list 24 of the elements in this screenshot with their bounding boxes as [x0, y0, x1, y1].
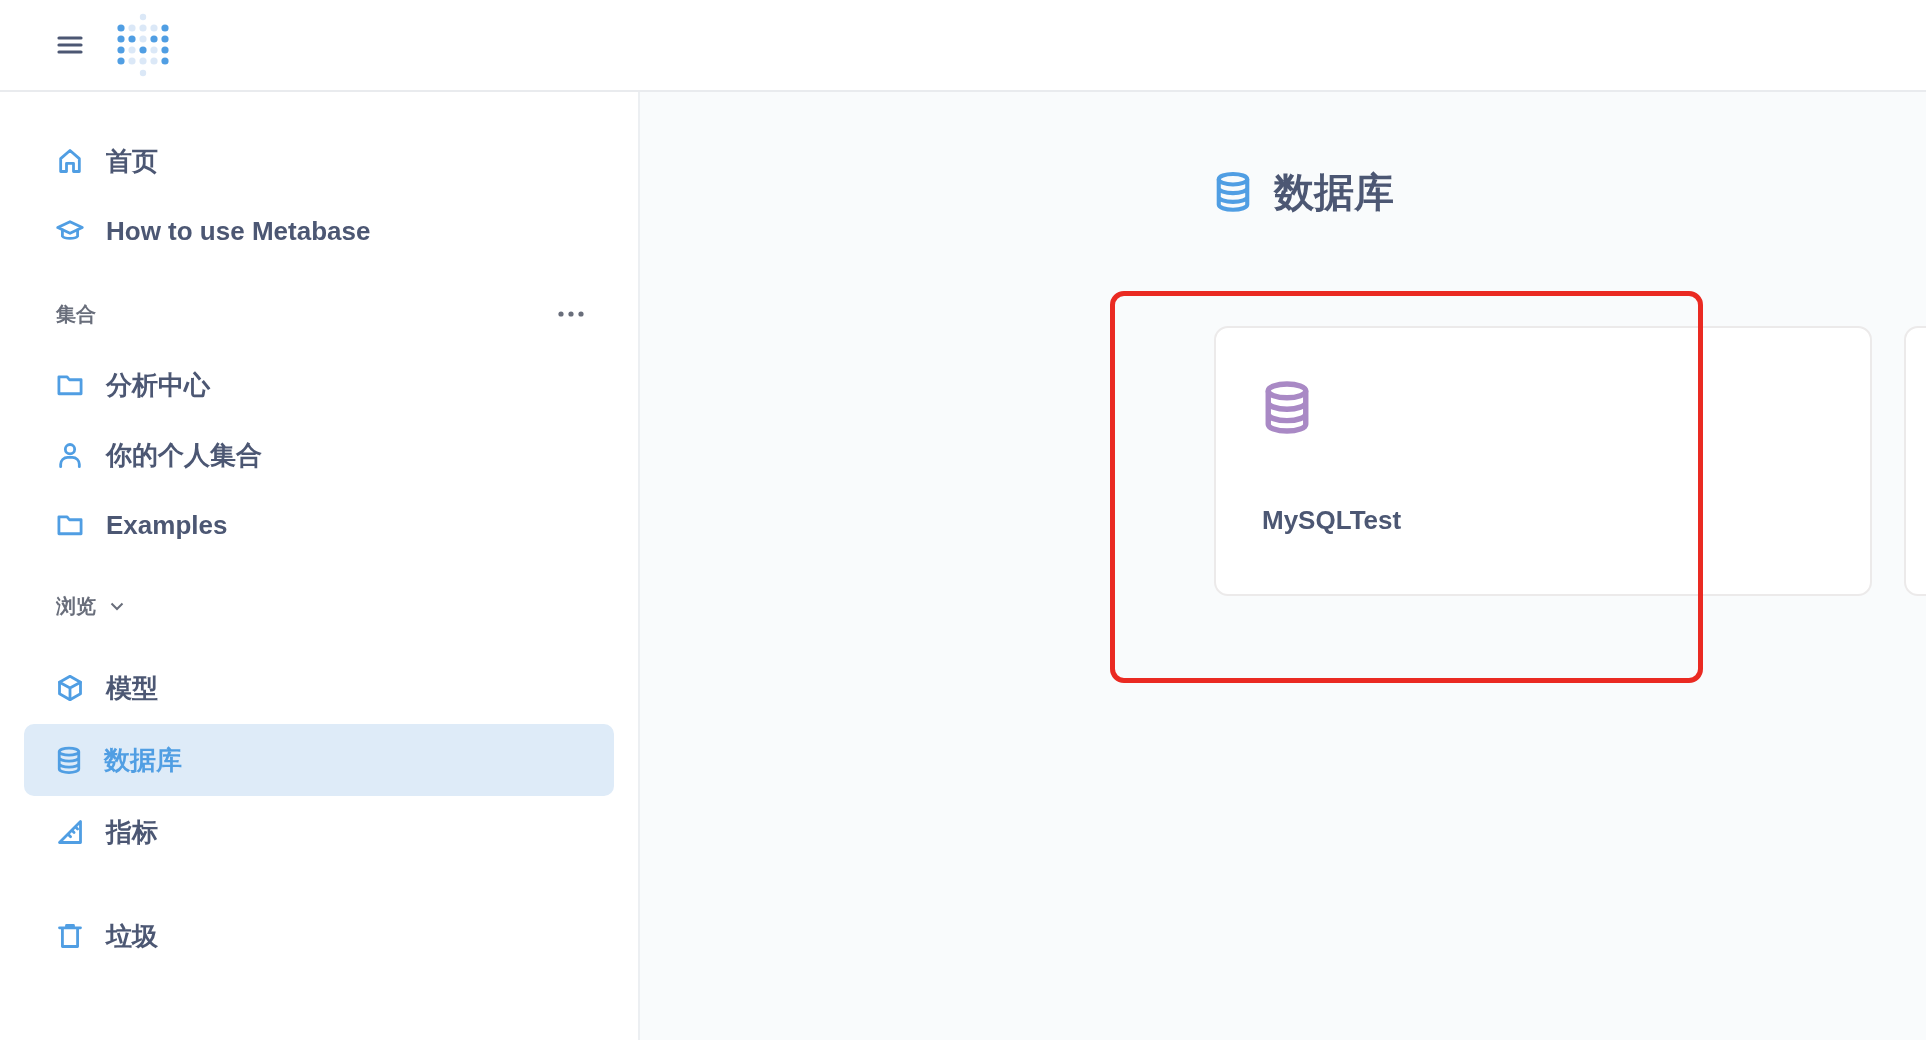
sidebar-item[interactable]: 首页: [24, 126, 614, 196]
database-icon: [56, 745, 82, 775]
section-title: 集合: [56, 301, 96, 327]
sidebar-item[interactable]: 模型: [24, 652, 614, 724]
cube-icon: [56, 674, 84, 702]
database-name: MySQLTest: [1262, 505, 1402, 536]
trash-icon: [56, 922, 84, 950]
chevron-icon[interactable]: [110, 601, 124, 611]
home-icon: [56, 147, 84, 175]
sidebar-item[interactable]: How to use Metabase: [24, 196, 614, 266]
ruler-icon: [56, 818, 84, 846]
database-icon: [1214, 171, 1252, 213]
logo-icon[interactable]: [117, 13, 169, 77]
sidebar-item[interactable]: 垃圾: [24, 900, 614, 972]
page-title: 数据库: [1274, 168, 1394, 216]
sidebar-item[interactable]: 你的个人集合: [24, 420, 614, 490]
section-title: 浏览: [56, 593, 96, 619]
sidebar-item[interactable]: 指标: [24, 796, 614, 868]
more-icon[interactable]: [558, 311, 584, 317]
person-icon: [56, 441, 84, 469]
sidebar-item[interactable]: 分析中心: [24, 350, 614, 420]
database-card[interactable]: MySQLTest: [1214, 326, 1872, 596]
menu-icon[interactable]: [57, 35, 83, 55]
sidebar-item[interactable]: Examples: [24, 490, 614, 560]
